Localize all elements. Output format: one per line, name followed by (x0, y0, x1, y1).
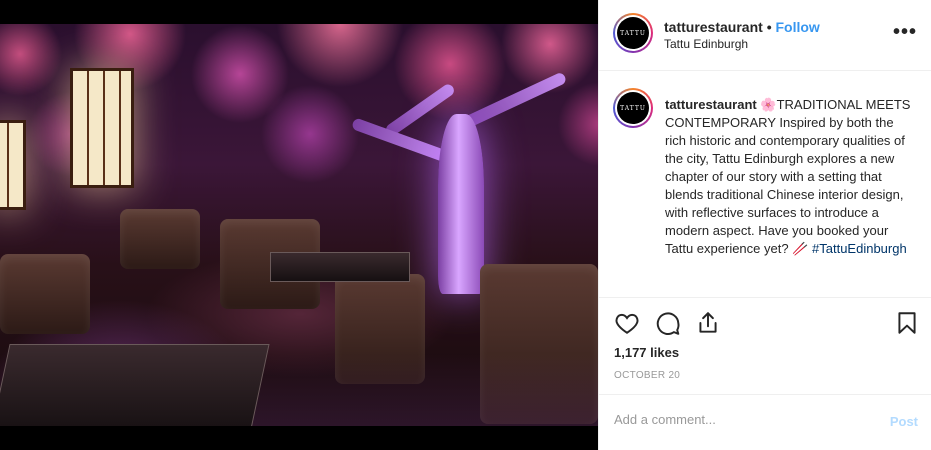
more-options-icon[interactable]: ••• (893, 22, 917, 42)
post-header: TATTU tatturestaurant • Follow Tattu Edi… (599, 0, 931, 71)
brand-logo: TATTU (617, 92, 649, 124)
brand-logo: TATTU (617, 17, 649, 49)
heart-icon[interactable] (614, 310, 640, 336)
avatar[interactable]: TATTU (613, 13, 653, 53)
comment-bar: Post (599, 394, 931, 450)
bookmark-icon[interactable] (894, 310, 920, 336)
likes-count[interactable]: 1,177 likes (614, 345, 679, 360)
username-link[interactable]: tatturestaurant (664, 19, 763, 35)
separator-dot: • (766, 19, 772, 35)
dining-table (270, 252, 410, 282)
caption-section: TATTU tatturestaurant 🌸TRADITIONAL MEETS… (599, 72, 931, 298)
cherry-blossom-emoji: 🌸 (760, 97, 777, 112)
comment-icon[interactable] (655, 310, 681, 336)
tree-trunk (438, 114, 484, 294)
avatar[interactable]: TATTU (613, 88, 653, 128)
follow-button[interactable]: Follow (775, 19, 819, 35)
dining-table (0, 344, 270, 426)
post-sidebar: TATTU tatturestaurant • Follow Tattu Edi… (598, 0, 931, 450)
post-media (0, 0, 598, 450)
post-photo[interactable] (0, 24, 598, 426)
hashtag-link[interactable]: #TattuEdinburgh (812, 241, 907, 256)
post-date[interactable]: OCTOBER 20 (614, 370, 680, 381)
caption-text: tatturestaurant 🌸TRADITIONAL MEETS CONTE… (665, 96, 915, 258)
booth-seat (120, 209, 200, 269)
location-link[interactable]: Tattu Edinburgh (664, 37, 748, 51)
caption-username-link[interactable]: tatturestaurant (665, 97, 757, 112)
caption-body: Inspired by both the rich historic and c… (665, 115, 905, 256)
booth-seat (0, 254, 90, 334)
lantern (0, 120, 26, 210)
action-bar (599, 310, 931, 340)
comment-input[interactable] (614, 412, 864, 427)
chopsticks-emoji: 🥢 (792, 241, 809, 256)
share-icon[interactable] (695, 310, 721, 336)
lantern (70, 68, 134, 188)
post-comment-button[interactable]: Post (890, 414, 918, 429)
